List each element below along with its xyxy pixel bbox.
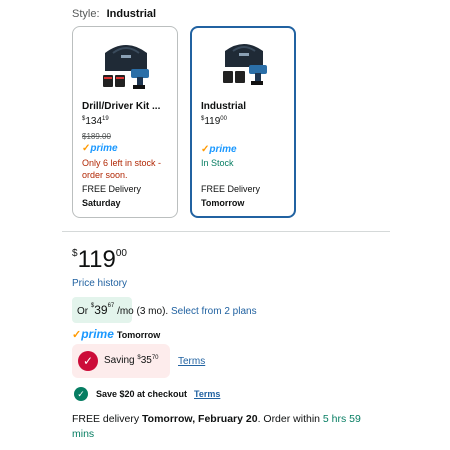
style-label: Style:: [72, 8, 100, 20]
delivery-message: FREE delivery Tomorrow, February 20. Ord…: [72, 413, 361, 440]
style-option-drill-driver-kit[interactable]: Drill/Driver Kit ... $13419 $189.00 ✓pri…: [72, 26, 178, 218]
style-selector-label: Style: Industrial: [72, 8, 156, 20]
style-value: Industrial: [106, 8, 157, 20]
delivery-date: Saturday: [82, 198, 121, 208]
prime-badge: ✓prime: [201, 144, 237, 155]
payment-plan-line: Or $3967 /mo (3 mo). Select from 2 plans: [77, 303, 257, 317]
prime-check-icon: ✓: [72, 329, 82, 341]
product-image-icon: [223, 44, 267, 85]
coupon-check-icon[interactable]: ✓: [74, 387, 88, 401]
divider: [62, 231, 390, 232]
stock-status: Only 6 left in stock - order soon.: [82, 158, 162, 180]
option-price: $11900: [201, 116, 227, 127]
delivery-label: FREE Delivery: [82, 184, 142, 194]
terms-link[interactable]: Terms: [178, 356, 205, 367]
product-image-icon: [103, 45, 149, 89]
option-title: Industrial: [201, 101, 247, 112]
main-price: $11900: [72, 246, 127, 273]
delivery-date: Tomorrow: [201, 198, 245, 208]
option-title: Drill/Driver Kit ...: [82, 101, 161, 112]
style-option-industrial[interactable]: Industrial $11900 ✓prime In Stock FREE D…: [190, 26, 296, 218]
check-circle-icon: ✓: [78, 351, 98, 371]
option-price: $13419: [82, 116, 109, 127]
option-list-price: $189.00: [82, 132, 111, 141]
prime-badge: ✓prime: [82, 143, 118, 154]
price-history-link[interactable]: Price history: [72, 278, 127, 289]
stock-status: In Stock: [201, 158, 234, 168]
prime-delivery: ✓prime Tomorrow: [72, 327, 161, 341]
delivery-label: FREE Delivery: [201, 184, 261, 194]
saving-amount: Saving $3570: [104, 355, 159, 366]
coupon-terms-link[interactable]: Terms: [194, 389, 220, 399]
coupon-label: Save $20 at checkout: [96, 389, 188, 399]
select-plans-link[interactable]: Select from 2 plans: [171, 306, 257, 317]
